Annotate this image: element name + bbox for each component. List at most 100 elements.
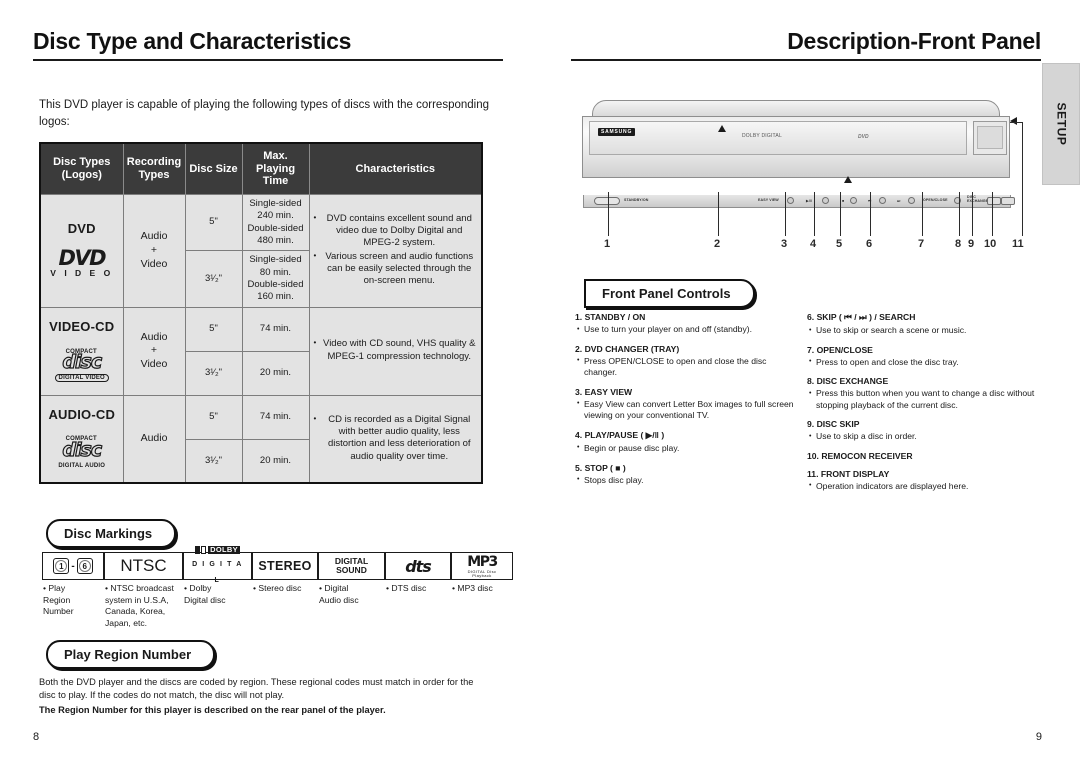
front-panel-controls-column-b: 6. SKIP ( ⏮ / ⏭ ) / SEARCH Use to skip o… <box>807 312 1042 501</box>
compact-disc-digital-audio-logo-icon: COMPACT disc DIGITAL AUDIO <box>58 436 106 469</box>
control-item: 1. STANDBY / ON Use to turn your player … <box>575 312 800 336</box>
front-panel-controls-heading-wrap: Front Panel Controls <box>584 279 755 308</box>
play-pause-icon: ▶/‖ <box>806 198 812 203</box>
marking-caption: DTS disc <box>385 583 451 595</box>
control-item: 4. PLAY/PAUSE ( ▶/‖ ) Begin or pause dis… <box>575 430 800 455</box>
leader-line <box>922 192 923 236</box>
callout-number-7: 7 <box>918 238 925 250</box>
marking-caption: DolbyDigital disc <box>183 583 252 606</box>
marking-play-region: 1 - 6 PlayRegionNumber <box>42 552 104 629</box>
control-item: 2. DVD CHANGER (TRAY) Press OPEN/CLOSE t… <box>575 344 800 379</box>
skip-back-button[interactable] <box>879 197 886 204</box>
cell-max-time: Single-sided 80 min. Double-sided 160 min. <box>241 250 310 308</box>
dts-icon: dts <box>385 552 451 580</box>
control-title: 7. OPEN/CLOSE <box>807 344 873 355</box>
disc-markings-heading-wrap: Disc Markings <box>46 519 177 548</box>
leader-line <box>1022 122 1023 236</box>
characteristic-item: Video with CD sound, VHS quality & MPEG-… <box>314 338 478 363</box>
setup-section-tab: SETUP <box>1042 63 1080 185</box>
page-number-left: 8 <box>33 731 40 743</box>
control-description: Begin or pause disc play. <box>575 443 800 455</box>
page-number-right: 9 <box>1035 731 1042 743</box>
control-item: 5. STOP ( ■ ) Stops disc play. <box>575 463 800 487</box>
disc-exchange-button[interactable] <box>987 197 1001 205</box>
disc-skip-button[interactable] <box>1001 197 1015 205</box>
callout-number-8: 8 <box>955 238 962 250</box>
cell-characteristics-video-cd: Video with CD sound, VHS quality & MPEG-… <box>308 306 483 396</box>
control-description: Use to turn your player on and off (stan… <box>575 324 800 336</box>
callout-number-1: 1 <box>604 238 611 250</box>
marking-mp3: MP3 DIGITAL Disc Playback MP3 disc <box>451 552 513 629</box>
leader-line <box>972 192 973 236</box>
col-header-max-playing-time: Max. Playing Time <box>242 143 310 195</box>
control-item: 11. FRONT DISPLAY Operation indicators a… <box>807 469 1042 493</box>
col-header-recording-types: Recording Types <box>123 143 186 195</box>
dvd-player-front-face: SAMSUNG DOLBY DIGITAL DVD STANDBY/ON EAS… <box>582 116 1015 208</box>
front-display-window <box>973 121 1007 155</box>
manual-spread: Disc Type and Characteristics This DVD p… <box>0 0 1080 763</box>
dolby-digital-icon: DOLBY D I G I T A L <box>183 546 252 584</box>
control-title: 5. STOP ( ■ ) <box>575 462 626 473</box>
play-region-number-icon: 1 - 6 <box>42 552 104 580</box>
table-row: AUDIO-CD COMPACT disc DIGITAL AUDIO Audi… <box>39 394 483 484</box>
cell-max-time: 74 min. <box>241 306 310 352</box>
standby-on-button[interactable] <box>594 197 620 205</box>
disc-type-table: Disc Types (Logos) Recording Types Disc Si… <box>39 142 483 485</box>
compact-disc-digital-video-logo-icon: COMPACT disc DIGITAL VIDEO <box>50 346 114 383</box>
stop-button[interactable] <box>850 197 857 204</box>
marking-caption: DigitalAudio disc <box>318 583 385 606</box>
cell-recording-types-video-cd: Audio + Video <box>122 306 186 396</box>
control-item: 3. EASY VIEW Easy View can convert Lette… <box>575 387 800 422</box>
cell-characteristics-dvd: DVD contains excellent sound and video d… <box>308 193 483 308</box>
marking-digital-sound: DIGITALSOUND DigitalAudio disc <box>318 552 385 629</box>
page-title: Description-Front Panel <box>787 28 1041 54</box>
marking-dts: dts DTS disc <box>385 552 451 629</box>
left-page: Disc Type and Characteristics This DVD p… <box>0 0 540 763</box>
callout-number-5: 5 <box>836 238 843 250</box>
dvd-player-body: SAMSUNG DOLBY DIGITAL DVD STANDBY/ON EAS… <box>582 100 1015 208</box>
page-title: Disc Type and Characteristics <box>33 28 352 54</box>
control-description: Operation indicators are displayed here. <box>807 481 1042 493</box>
front-button-strip: STANDBY/ON EASY VIEW ▶/‖ ■ ⏮ ⏭ OPEN/CLOS… <box>583 195 1015 208</box>
play-region-body: Both the DVD player and the discs are co… <box>39 677 474 701</box>
play-region-note: The Region Number for this player is des… <box>39 705 386 715</box>
control-title: 1. STANDBY / ON <box>575 312 646 322</box>
callout-number-3: 3 <box>781 238 788 250</box>
callout-arrow-tray <box>718 125 726 132</box>
leader-line <box>840 192 841 236</box>
play-pause-button[interactable] <box>822 197 829 204</box>
control-item: 7. OPEN/CLOSE Press to open and close th… <box>807 345 1042 369</box>
leader-line <box>608 192 609 236</box>
cell-disc-size: 3¹⁄₂" <box>184 438 243 484</box>
leader-line <box>1010 122 1023 123</box>
characteristic-item: DVD contains excellent sound and video d… <box>314 213 478 250</box>
cell-recording-types-dvd: Audio + Video <box>122 193 186 308</box>
skip-forward-button[interactable] <box>908 197 915 204</box>
samsung-brand-logo: SAMSUNG <box>598 128 636 136</box>
cell-recording-types-audio-cd: Audio <box>122 394 186 484</box>
control-description: Stops disc play. <box>575 475 800 487</box>
table-row: VIDEO-CD COMPACT disc DIGITAL VIDEO Audi… <box>39 306 483 396</box>
stop-icon: ■ <box>842 198 845 203</box>
skip-forward-icon: ⏭ <box>897 198 901 203</box>
dvd-badge-icon: DVD <box>858 134 869 140</box>
dvd-tray-door: SAMSUNG DOLBY DIGITAL DVD <box>589 121 967 155</box>
cell-characteristics-audio-cd: CD is recorded as a Digital Signal with … <box>308 394 483 484</box>
mp3-icon: MP3 DIGITAL Disc Playback <box>451 552 513 580</box>
marking-caption: NTSC broadcastsystem in U.S.A,Canada, Ko… <box>104 583 183 629</box>
control-description: Press OPEN/CLOSE to open and close the d… <box>575 356 800 379</box>
cell-max-time: 74 min. <box>241 394 310 440</box>
control-title: 6. SKIP ( ⏮ / ⏭ ) / SEARCH <box>807 312 916 322</box>
easy-view-button[interactable] <box>787 197 794 204</box>
front-panel-illustration: SAMSUNG DOLBY DIGITAL DVD STANDBY/ON EAS… <box>582 70 1027 255</box>
play-region-heading: Play Region Number <box>46 640 216 669</box>
callout-number-10: 10 <box>984 238 997 250</box>
control-description: Press this button when you want to chang… <box>807 388 1042 411</box>
leader-line <box>814 192 815 236</box>
dolby-digital-badge-icon: DOLBY DIGITAL <box>742 133 782 139</box>
callout-number-6: 6 <box>866 238 873 250</box>
callout-arrow-transport <box>844 176 852 183</box>
right-page: Description-Front Panel SETUP SAMSUNG DO… <box>540 0 1080 763</box>
marking-caption: MP3 disc <box>451 583 513 595</box>
dvd-video-logo-icon: DVD V I D E O <box>50 246 114 279</box>
